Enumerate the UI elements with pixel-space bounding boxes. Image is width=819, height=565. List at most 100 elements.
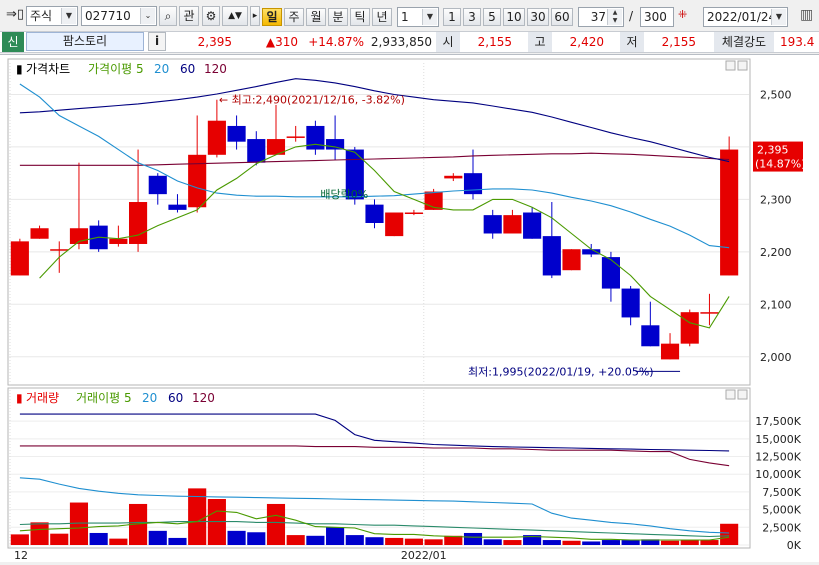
legend-ma60: 60 <box>180 62 195 76</box>
volume-tick-label: 2,500K <box>762 521 801 534</box>
volume-tick-label: 0K <box>787 539 802 552</box>
candle-body <box>286 136 305 138</box>
quote-bar: 신 팜스토리 i 2,395 ▲310 +14.87% 2,933,850 시 … <box>0 31 819 53</box>
volume-bar <box>503 540 522 545</box>
strength-label: 체결강도 <box>714 32 774 52</box>
volume-bar <box>50 533 69 545</box>
candle-body <box>601 257 620 289</box>
x-tick-label: 2022/01 <box>401 549 447 562</box>
stock-code-value: 027710 <box>85 9 131 23</box>
legend-ma5: 가격이평 5 <box>88 62 144 76</box>
candle-body <box>326 139 345 150</box>
price-tick-label: 2,000 <box>760 351 792 364</box>
period-tick-button[interactable]: 틱 <box>350 8 370 26</box>
gear-icon: ⚙ <box>205 9 217 23</box>
legend-vma5: 거래이평 5 <box>76 391 132 405</box>
candle-body <box>542 236 561 276</box>
high-price: 2,420 <box>569 35 604 49</box>
volume-bar <box>542 540 561 545</box>
spin-button[interactable]: ▲▼ <box>222 6 248 26</box>
price-tick-label: 2,100 <box>760 298 792 311</box>
panel-minimize-button[interactable] <box>725 389 736 400</box>
spin-icon[interactable]: ▲ ▼ <box>607 9 622 25</box>
legend-vma120: 120 <box>192 391 215 405</box>
period-daily-button[interactable]: 일 <box>262 8 282 26</box>
candle-body <box>10 241 29 276</box>
candle-body <box>168 204 187 210</box>
volume-bar <box>286 535 305 545</box>
search-button[interactable]: ⌕ <box>159 6 177 26</box>
stock-code-input[interactable]: 027710 ⌄ <box>81 6 157 26</box>
legend-vma20: 20 <box>142 391 157 405</box>
volume-bar <box>582 541 601 545</box>
market-select[interactable]: 주식 ▼ <box>26 6 78 26</box>
chevron-down-icon: ▼ <box>61 8 76 24</box>
stock-name[interactable]: 팜스토리 <box>26 32 144 51</box>
volume-bar <box>148 530 167 545</box>
volume-bar <box>306 535 325 545</box>
period-monthly-button[interactable]: 월 <box>306 8 326 26</box>
toolbar: ⇒▯ 주식 ▼ 027710 ⌄ ⌕ 관 ⚙ ▲▼ ▸ 일 주 월 분 틱 년 … <box>0 0 819 31</box>
candle-body <box>30 228 49 239</box>
volume-bar <box>660 540 680 545</box>
price-tick-label: 2,300 <box>760 193 792 206</box>
panel-close-button[interactable] <box>737 389 748 400</box>
period-yearly-button[interactable]: 년 <box>372 8 392 26</box>
chart-area[interactable]: 2,0002,1002,2002,3002,4002,5000K2,500K5,… <box>0 54 819 562</box>
candle-body <box>188 154 207 208</box>
stock-info-button[interactable]: i <box>148 32 166 51</box>
favorite-button[interactable]: 관 <box>179 6 199 26</box>
range-button-1[interactable]: 1 <box>443 8 461 26</box>
price-tick-label: 2,500 <box>760 88 792 101</box>
volume-tick-label: 17,500K <box>755 415 801 428</box>
candle-body <box>621 288 640 318</box>
price-change: ▲310 <box>265 35 298 49</box>
volume-tick-label: 7,500K <box>762 486 801 499</box>
volume-bar <box>266 503 286 545</box>
candle-body <box>720 149 739 276</box>
volume-bar <box>109 538 128 545</box>
range-button-3[interactable]: 3 <box>463 8 481 26</box>
candle-body <box>463 173 483 195</box>
candle-body <box>404 212 423 215</box>
panel-minimize-button[interactable] <box>725 60 736 71</box>
screen-link-icon[interactable]: ⇒▯ <box>6 7 24 22</box>
low-label: 저 <box>620 32 644 52</box>
config-button[interactable]: ⚙ <box>202 6 220 26</box>
candle-body <box>50 249 69 251</box>
high-label: 고 <box>528 32 552 52</box>
volume-bar <box>385 537 404 545</box>
range-button-5[interactable]: 5 <box>483 8 501 26</box>
volume-bar <box>365 537 384 545</box>
view-count-input[interactable]: 37 ▲ ▼ <box>578 7 624 27</box>
chevron-down-icon: ▼ <box>422 9 437 25</box>
volume-bar <box>720 523 739 545</box>
range-button-30[interactable]: 30 <box>527 8 549 26</box>
total-count-input[interactable]: 300 <box>640 7 674 27</box>
tab-link-button[interactable]: ▸ <box>250 6 260 26</box>
volume-bar <box>621 540 640 545</box>
volume-tick-label: 10,000K <box>755 468 801 481</box>
candle-body <box>641 325 660 347</box>
chart-menu-icon[interactable]: ▥ <box>800 7 813 23</box>
volume-panel-frame <box>7 387 751 549</box>
volume-bar <box>326 527 345 545</box>
stock-chart[interactable]: 2,0002,1002,2002,3002,4002,5000K2,500K5,… <box>0 55 819 562</box>
volume-bar <box>30 522 49 545</box>
total-count-value: 300 <box>644 10 667 24</box>
period-weekly-button[interactable]: 주 <box>284 8 304 26</box>
zoom-icon[interactable]: ⁜ <box>678 8 687 21</box>
volume-bar <box>10 534 29 545</box>
date-select[interactable]: 2022/01/24 ▼ <box>703 7 788 27</box>
period-unit-select[interactable]: 1 ▼ <box>397 7 439 27</box>
volume-bar <box>345 535 364 545</box>
candle-body <box>207 120 226 155</box>
legend-volume: 거래량 <box>26 391 59 405</box>
x-tick-label: 12 <box>14 549 28 562</box>
range-button-60[interactable]: 60 <box>551 8 573 26</box>
period-minute-button[interactable]: 분 <box>328 8 348 26</box>
range-button-10[interactable]: 10 <box>503 8 525 26</box>
legend-vma60: 60 <box>168 391 183 405</box>
candle-body <box>148 175 167 195</box>
panel-close-button[interactable] <box>737 60 748 71</box>
